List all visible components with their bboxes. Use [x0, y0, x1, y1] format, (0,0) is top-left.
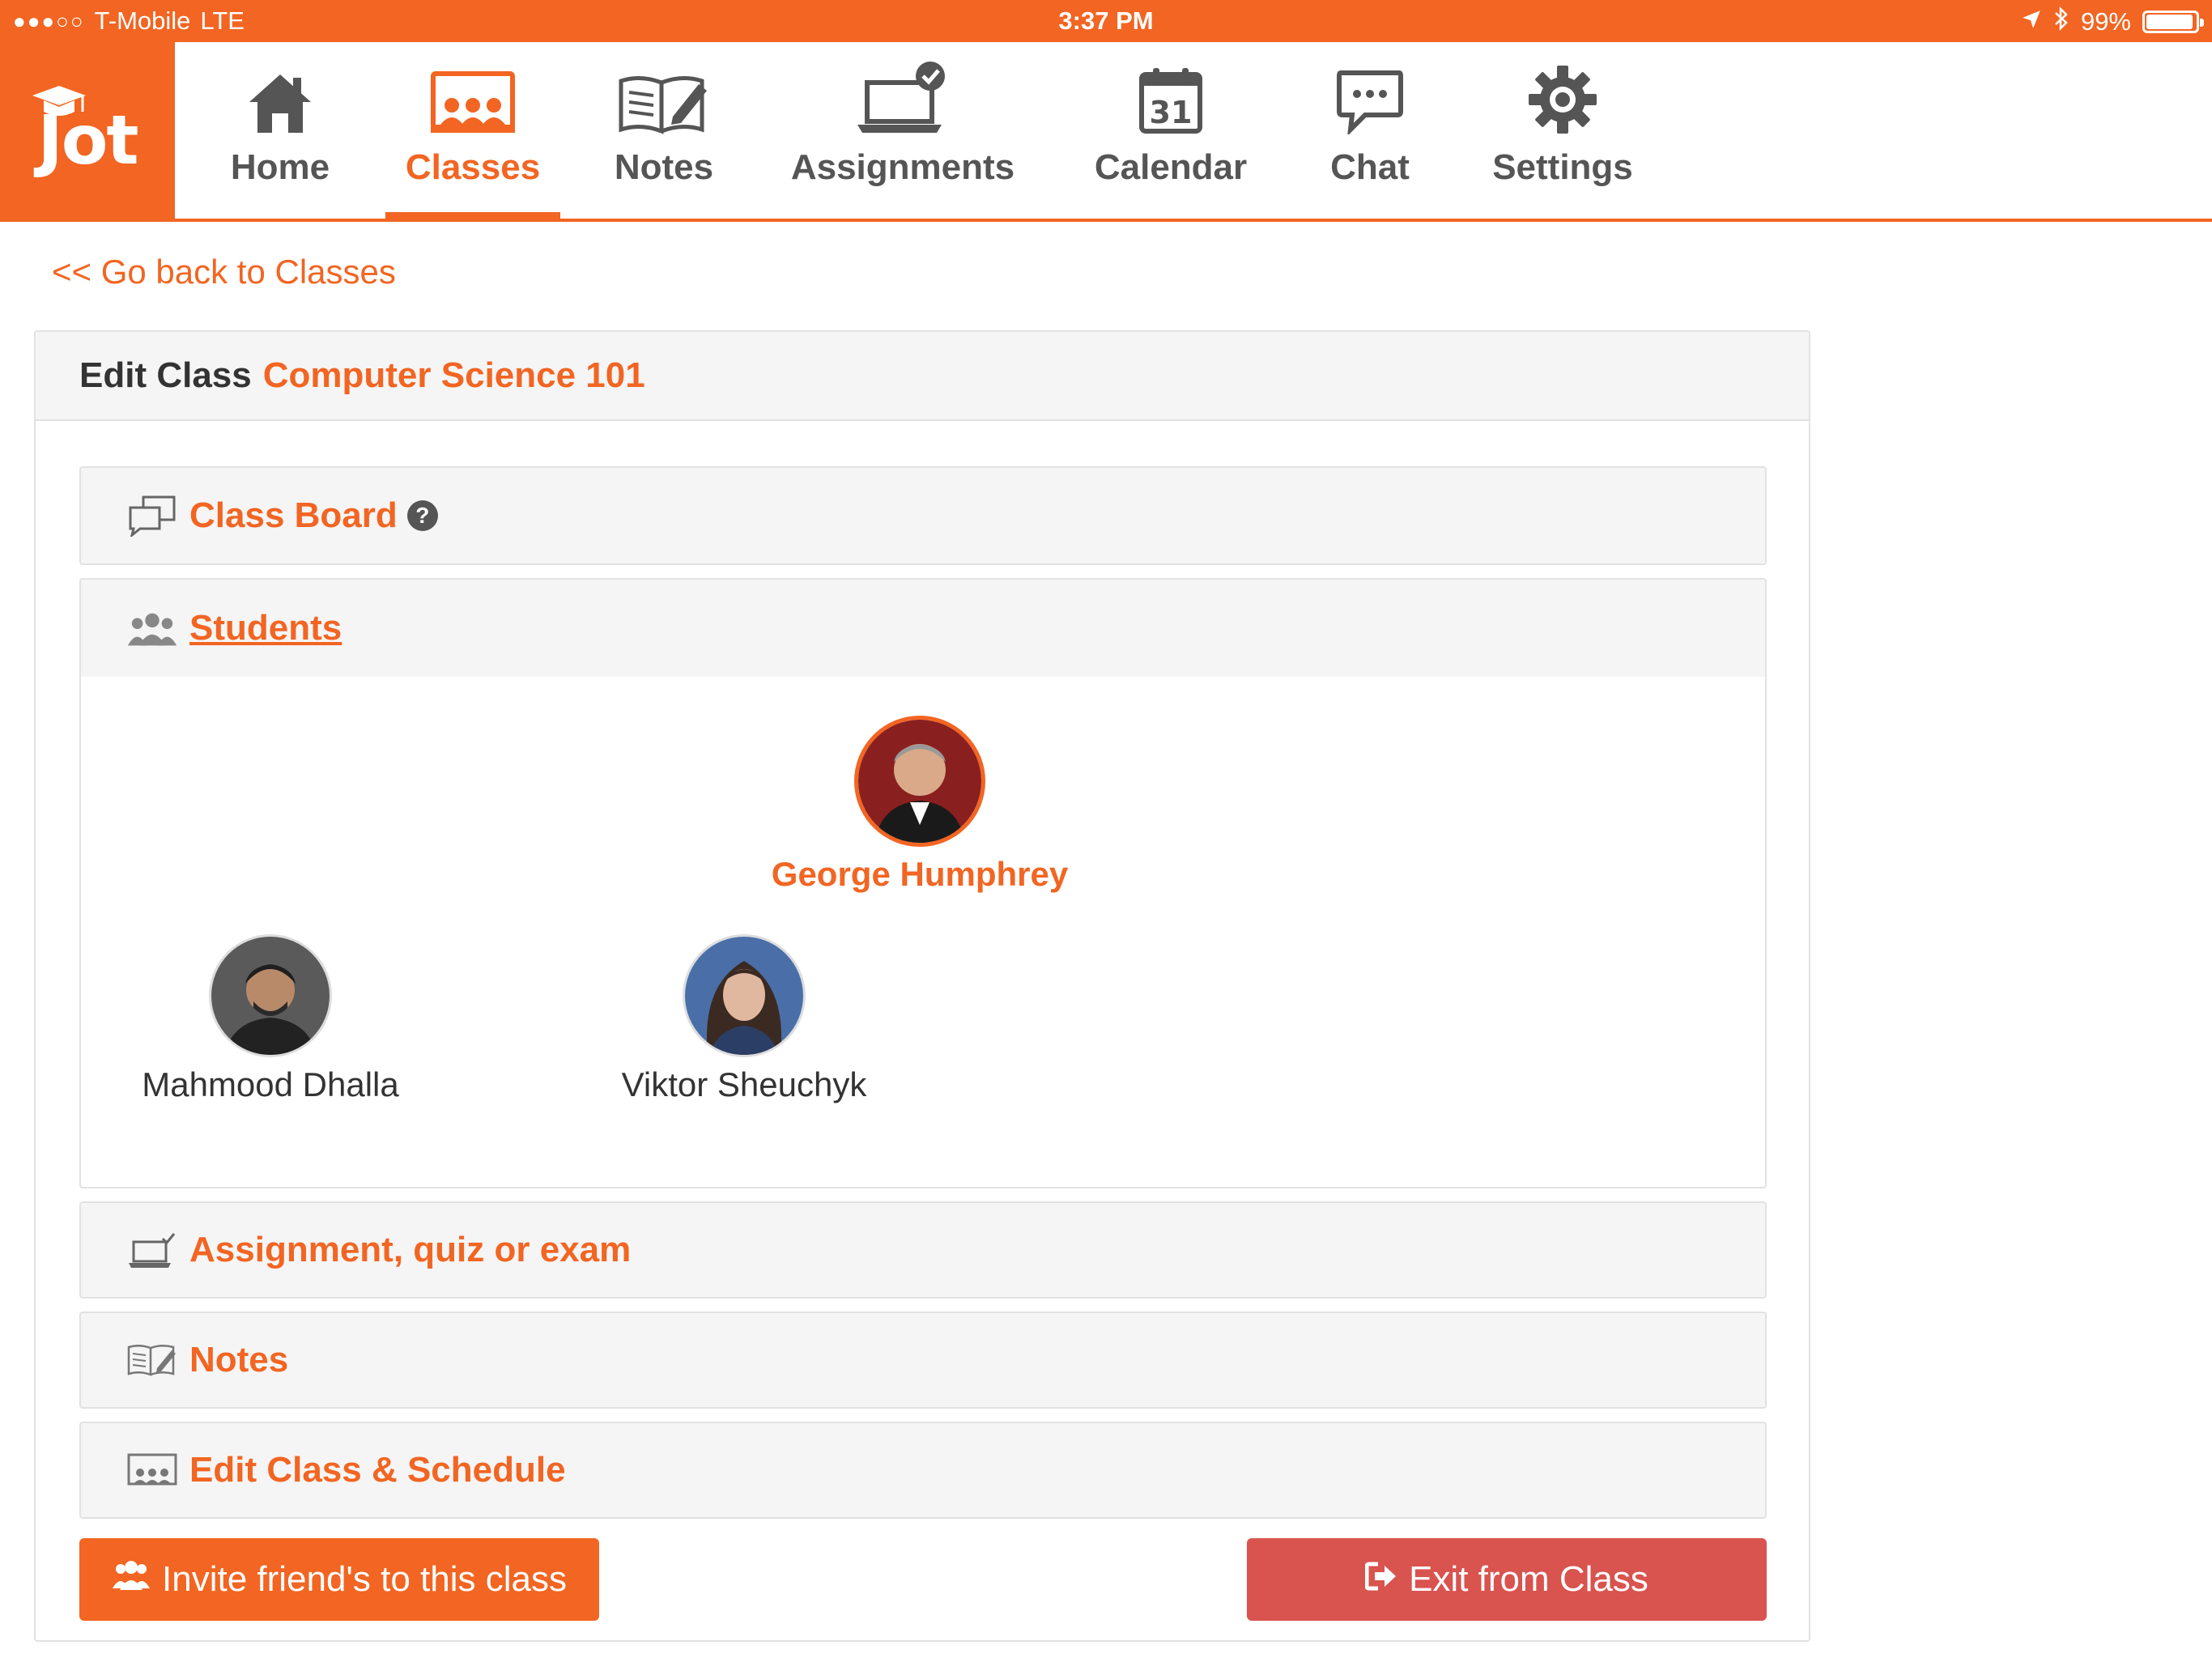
- nav-assignments-label: Assignments: [790, 147, 1015, 187]
- nav-notes-label: Notes: [614, 147, 714, 187]
- location-arrow-icon: [2021, 7, 2042, 36]
- edit-class-header: Edit Class Computer Science 101: [36, 332, 1809, 421]
- chat-icon: [1336, 42, 1404, 139]
- calendar-icon: 31: [1138, 42, 1203, 139]
- students-panel-header[interactable]: Students: [79, 578, 1767, 678]
- main-nav: Jot Home Classes Notes Assignments 31 Ca…: [0, 42, 2212, 222]
- calendar-day: 31: [1150, 95, 1193, 130]
- battery-percent: 99%: [2080, 7, 2131, 36]
- logo-text: Jot: [37, 100, 138, 180]
- group-icon: [126, 606, 178, 651]
- nav-calendar-label: Calendar: [1094, 147, 1248, 187]
- notes-panel[interactable]: Notes: [79, 1312, 1767, 1409]
- edit-class-label: Edit Class: [79, 355, 252, 395]
- classroom-icon: [126, 1448, 178, 1493]
- sign-out-icon: [1364, 1559, 1397, 1600]
- back-to-classes-link[interactable]: << Go back to Classes: [52, 253, 396, 291]
- notebook-icon: [126, 1337, 178, 1383]
- status-bar: ●●●○○ T-Mobile LTE 3:37 PM 99%: [0, 0, 2212, 42]
- student-name: Viktor Sheuchyk: [621, 1065, 867, 1103]
- jot-logo[interactable]: Jot: [0, 42, 175, 219]
- users-icon: [112, 1559, 151, 1601]
- notebook-icon: [618, 42, 710, 139]
- classroom-icon: [431, 42, 515, 139]
- student-name: Mahmood Dhalla: [142, 1065, 399, 1103]
- nav-classes-label: Classes: [405, 147, 541, 187]
- clock: 3:37 PM: [1058, 6, 1154, 35]
- students-list: George Humphrey Mahmood Dhalla Viktor Sh…: [79, 677, 1767, 1188]
- nav-assignments[interactable]: Assignments: [777, 42, 1028, 219]
- laptop-check-icon: [856, 42, 950, 139]
- laptop-check-icon: [126, 1227, 178, 1273]
- student-avatar[interactable]: [209, 934, 332, 1057]
- assignment-panel[interactable]: Assignment, quiz or exam: [79, 1201, 1767, 1299]
- student-card[interactable]: Mahmood Dhalla: [126, 934, 415, 1104]
- gear-icon: [1528, 42, 1597, 139]
- exit-class-button[interactable]: Exit from Class: [1247, 1538, 1767, 1621]
- nav-home-label: Home: [230, 147, 330, 187]
- teacher-name: George Humphrey: [771, 855, 1069, 893]
- help-icon[interactable]: ?: [406, 500, 438, 531]
- nav-calendar[interactable]: 31 Calendar: [1082, 42, 1260, 219]
- class-board-label: Class Board: [189, 495, 398, 535]
- exit-class-label: Exit from Class: [1409, 1559, 1648, 1599]
- student-card[interactable]: Viktor Sheuchyk: [586, 934, 902, 1104]
- invite-friends-button[interactable]: Invite friend's to this class: [79, 1538, 599, 1621]
- students-label[interactable]: Students: [189, 608, 342, 648]
- battery-icon: [2142, 11, 2204, 33]
- nav-notes[interactable]: Notes: [599, 42, 729, 219]
- nav-classes[interactable]: Classes: [385, 42, 560, 219]
- class-board-panel[interactable]: Class Board ?: [79, 466, 1767, 565]
- bluetooth-icon: [2053, 6, 2069, 37]
- teacher-avatar[interactable]: [854, 716, 985, 847]
- edit-schedule-label: Edit Class & Schedule: [189, 1450, 566, 1490]
- nav-chat-label: Chat: [1330, 147, 1410, 187]
- nav-settings-label: Settings: [1492, 147, 1633, 187]
- class-name[interactable]: Computer Science 101: [263, 355, 645, 396]
- home-icon: [246, 42, 314, 139]
- nav-chat[interactable]: Chat: [1313, 42, 1427, 219]
- notes-label: Notes: [189, 1340, 289, 1380]
- edit-schedule-panel[interactable]: Edit Class & Schedule: [79, 1422, 1767, 1519]
- nav-home[interactable]: Home: [215, 42, 345, 219]
- assignment-label: Assignment, quiz or exam: [189, 1230, 632, 1269]
- student-avatar[interactable]: [683, 934, 806, 1057]
- edit-class-card: Edit Class Computer Science 101 Class Bo…: [34, 330, 1810, 1642]
- invite-friends-label: Invite friend's to this class: [162, 1559, 567, 1599]
- teacher-card[interactable]: George Humphrey: [756, 716, 1083, 894]
- message-board-icon: [126, 493, 178, 538]
- nav-settings[interactable]: Settings: [1483, 42, 1642, 219]
